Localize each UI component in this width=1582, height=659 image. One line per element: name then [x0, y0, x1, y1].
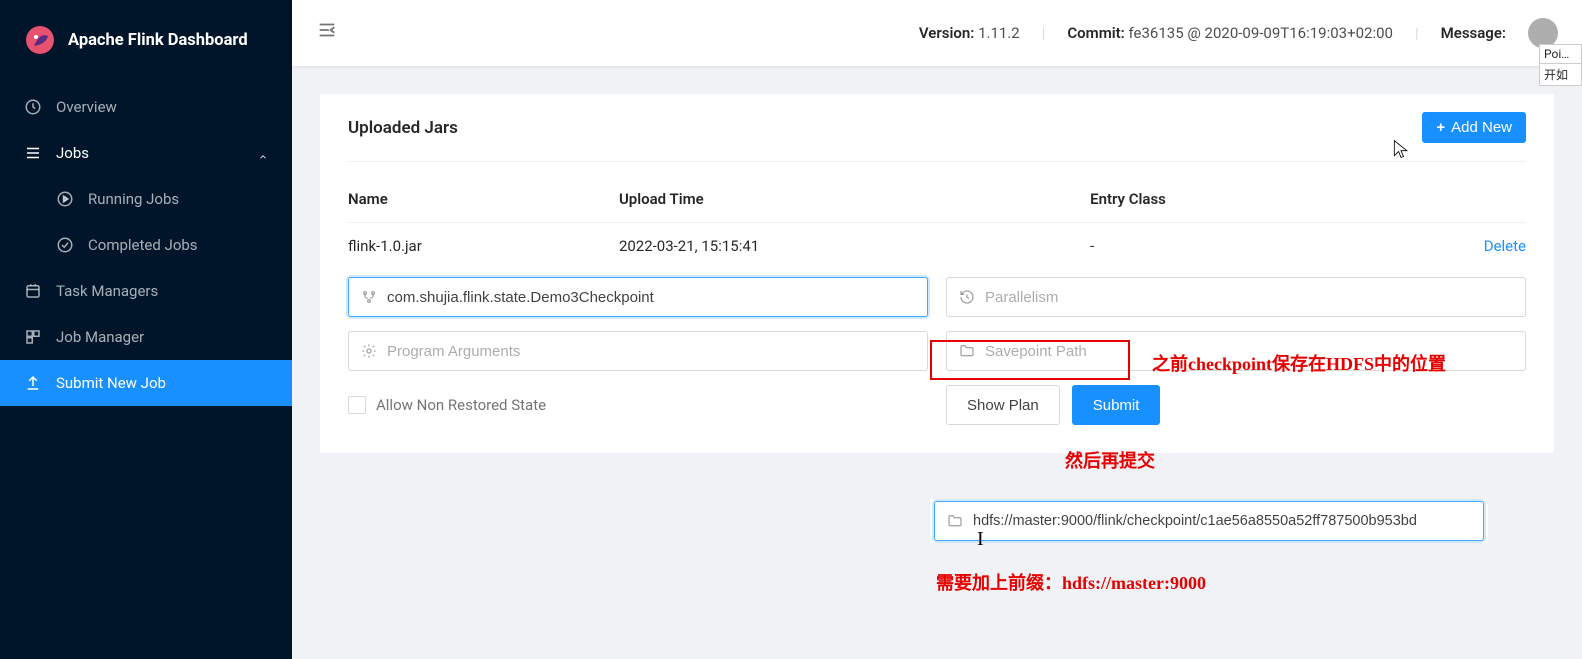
col-entry-class: Entry Class	[1090, 190, 1385, 223]
action-buttons: Show Plan Submit	[946, 385, 1526, 425]
separator: |	[1042, 24, 1046, 42]
cell-name: flink-1.0.jar	[348, 223, 619, 270]
menu-completed-jobs[interactable]: Completed Jobs	[0, 222, 292, 268]
checkbox-icon	[348, 396, 366, 414]
bars-icon	[24, 144, 42, 162]
submit-button[interactable]: Submit	[1072, 385, 1161, 425]
header: Version: 1.11.2 | Commit: fe36135 @ 2020…	[292, 0, 1582, 66]
menu-overview[interactable]: Overview	[0, 84, 292, 130]
folder-icon	[947, 513, 963, 529]
actions-row: Allow Non Restored State Show Plan Submi…	[348, 385, 1526, 425]
flink-logo-icon	[24, 24, 56, 56]
annotation-submit-text: 然后再提交	[1065, 447, 1155, 473]
check-circle-icon	[56, 236, 74, 254]
menu-task-managers[interactable]: Task Managers	[0, 268, 292, 314]
col-upload-time: Upload Time	[619, 190, 1090, 223]
header-meta: Version: 1.11.2 | Commit: fe36135 @ 2020…	[919, 18, 1558, 48]
logo-row: Apache Flink Dashboard	[0, 0, 292, 84]
cell-upload-time: 2022-03-21, 15:15:41	[619, 223, 1090, 270]
message-info: Message:	[1441, 24, 1506, 42]
program-args-input[interactable]	[387, 343, 915, 360]
example-savepoint-input-wrap[interactable]	[934, 501, 1484, 541]
text-cursor-icon: I	[977, 528, 984, 551]
folder-icon	[959, 343, 975, 359]
upload-icon	[24, 374, 42, 392]
menu-submit-new-job[interactable]: Submit New Job	[0, 360, 292, 406]
menu-fold-icon[interactable]	[316, 19, 338, 47]
example-savepoint-input[interactable]	[973, 513, 1471, 529]
menu-label: Task Managers	[56, 282, 158, 300]
menu-label: Overview	[56, 98, 117, 116]
jars-table: Name Upload Time Entry Class flink-1.0.j…	[348, 190, 1526, 269]
annotation-savepoint-text: 之前checkpoint保存在HDFS中的位置	[1152, 350, 1446, 376]
menu-running-jobs[interactable]: Running Jobs	[0, 176, 292, 222]
commit-info: Commit: fe36135 @ 2020-09-09T16:19:03+02…	[1067, 24, 1393, 42]
chevron-up-icon	[258, 148, 268, 158]
branches-icon	[361, 289, 377, 305]
menu-job-manager[interactable]: Job Manager	[0, 314, 292, 360]
table-row[interactable]: flink-1.0.jar 2022-03-21, 15:15:41 - Del…	[348, 223, 1526, 270]
add-new-button[interactable]: + Add New	[1422, 112, 1526, 143]
calendar-icon	[24, 282, 42, 300]
program-args-input-wrap[interactable]	[348, 331, 928, 371]
menu-jobs[interactable]: Jobs	[0, 130, 292, 176]
show-plan-button[interactable]: Show Plan	[946, 385, 1060, 425]
menu-label: Job Manager	[56, 328, 144, 346]
delete-link[interactable]: Delete	[1484, 237, 1526, 255]
col-name: Name	[348, 190, 619, 223]
annotation-prefix-text: 需要加上前缀：hdfs://master:9000	[936, 569, 1206, 595]
build-icon	[24, 328, 42, 346]
play-circle-icon	[56, 190, 74, 208]
separator: |	[1415, 24, 1419, 42]
submenu-jobs: Running Jobs Completed Jobs	[0, 176, 292, 268]
main-menu: Overview Jobs Running Jobs Completed Job…	[0, 84, 292, 406]
history-icon	[959, 289, 975, 305]
card-header: Uploaded Jars + Add New	[348, 112, 1526, 162]
allow-non-restored-checkbox[interactable]: Allow Non Restored State	[348, 396, 928, 414]
tooltip-line: Poi…	[1540, 45, 1581, 64]
sidebar: Apache Flink Dashboard Overview Jobs Run…	[0, 0, 292, 659]
menu-label: Completed Jobs	[88, 236, 198, 254]
brand-title: Apache Flink Dashboard	[68, 31, 248, 50]
card-title: Uploaded Jars	[348, 118, 458, 138]
entry-class-input-wrap[interactable]	[348, 277, 928, 317]
clock-icon	[24, 98, 42, 116]
parallelism-input[interactable]	[985, 289, 1513, 306]
menu-label: Jobs	[56, 144, 89, 162]
gear-icon	[361, 343, 377, 359]
cursor-icon	[1391, 139, 1411, 163]
plus-icon: +	[1436, 119, 1445, 136]
add-new-label: Add New	[1451, 119, 1512, 136]
menu-label: Running Jobs	[88, 190, 179, 208]
uploaded-jars-card: Uploaded Jars + Add New Name Upload Time…	[320, 94, 1554, 453]
checkbox-label: Allow Non Restored State	[376, 396, 546, 414]
version-info: Version: 1.11.2	[919, 24, 1020, 42]
parallelism-input-wrap[interactable]	[946, 277, 1526, 317]
entry-class-input[interactable]	[387, 289, 915, 306]
menu-label: Submit New Job	[56, 374, 166, 392]
example-savepoint-input-row	[930, 499, 1488, 543]
cell-entry-class: -	[1090, 223, 1385, 270]
